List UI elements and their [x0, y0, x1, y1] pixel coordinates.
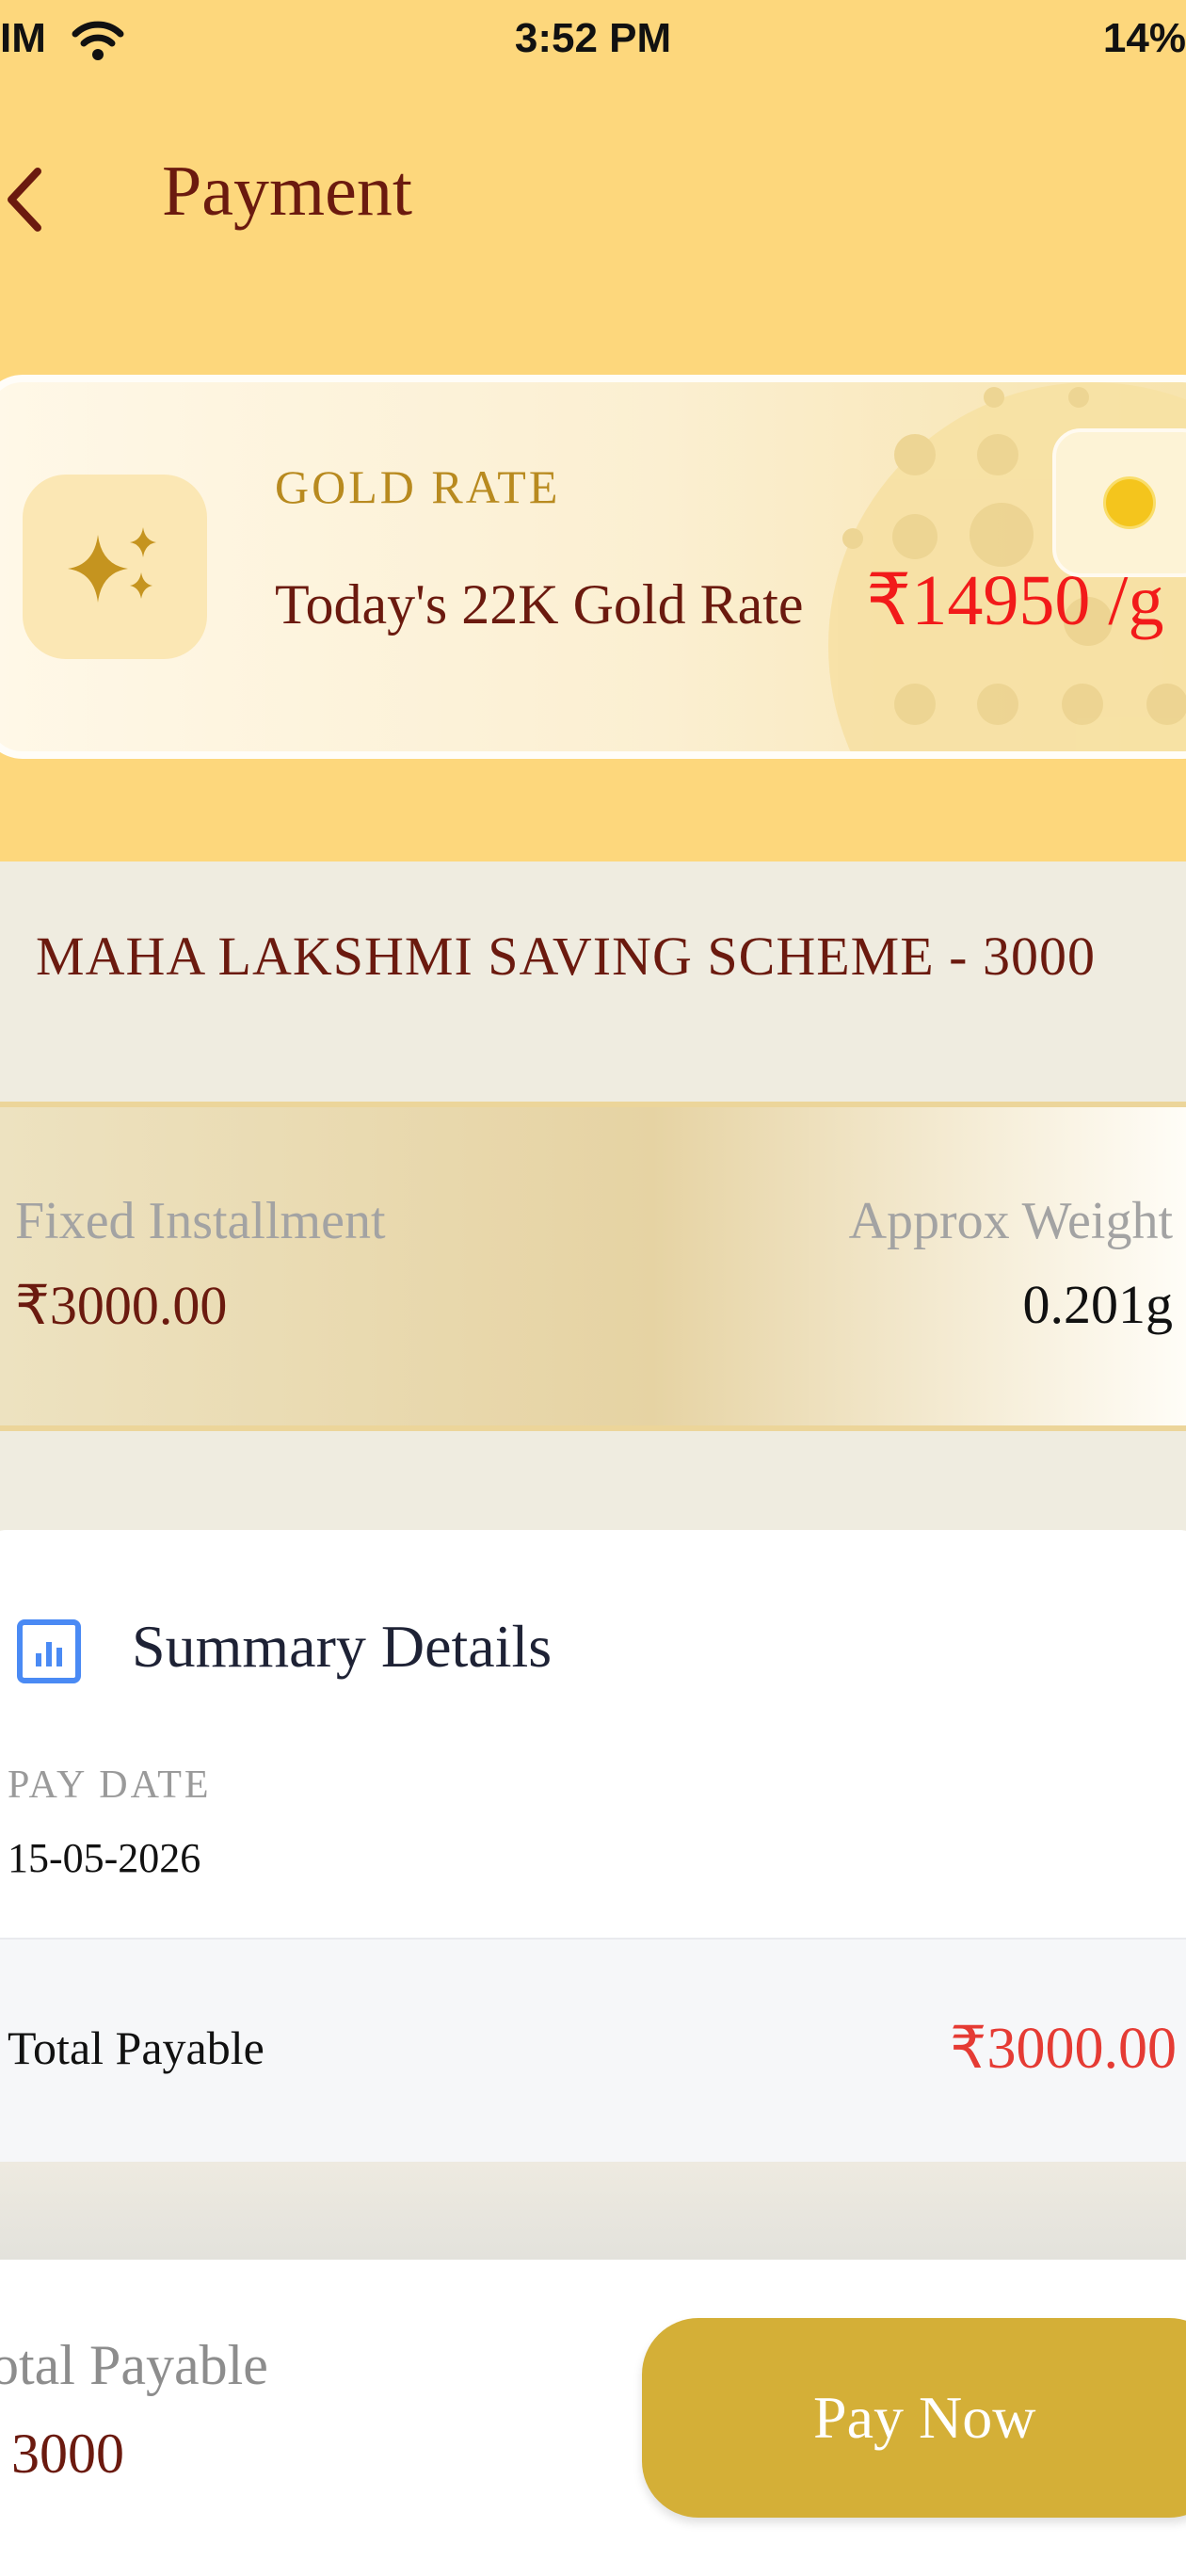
approx-weight-label: Approx Weight [848, 1192, 1173, 1250]
scheme-title: MAHA LAKSHMI SAVING SCHEME - 3000 [36, 926, 1096, 987]
total-payable-label: Total Payable [8, 2021, 264, 2074]
sparkle-badge [23, 475, 207, 659]
pay-date-value: 15-05-2026 [8, 1835, 201, 1881]
status-time: 3:52 PM [514, 15, 672, 61]
sparkle-icon [68, 527, 156, 603]
divider-band [0, 2162, 1186, 2260]
bottom-total-label: otal Payable [0, 2334, 268, 2396]
pay-now-button[interactable]: Pay Now [642, 2318, 1186, 2518]
bottom-total-value: 3000 [11, 2423, 124, 2485]
installment-band [0, 1102, 1186, 1431]
fixed-installment-value: ₹3000.00 [15, 1275, 228, 1336]
battery-percentage: 14% [1102, 15, 1186, 61]
pay-date-label: PAY DATE [8, 1763, 212, 1807]
bar-chart-icon [17, 1619, 81, 1683]
page-title: Payment [162, 152, 412, 231]
rupee-coin-icon [1103, 476, 1156, 529]
gold-rate-description: Today's 22K Gold Rate [275, 573, 804, 636]
approx-weight-value: 0.201g [1022, 1274, 1174, 1335]
summary-title: Summary Details [132, 1613, 553, 1680]
fixed-installment-label: Fixed Installment [15, 1192, 386, 1250]
total-payable-value: ₹3000.00 [950, 2017, 1177, 2081]
status-bar: IM 3:52 PM 14% [0, 0, 1186, 79]
gold-rate-label: GOLD RATE [275, 460, 561, 513]
back-button[interactable] [0, 162, 56, 237]
